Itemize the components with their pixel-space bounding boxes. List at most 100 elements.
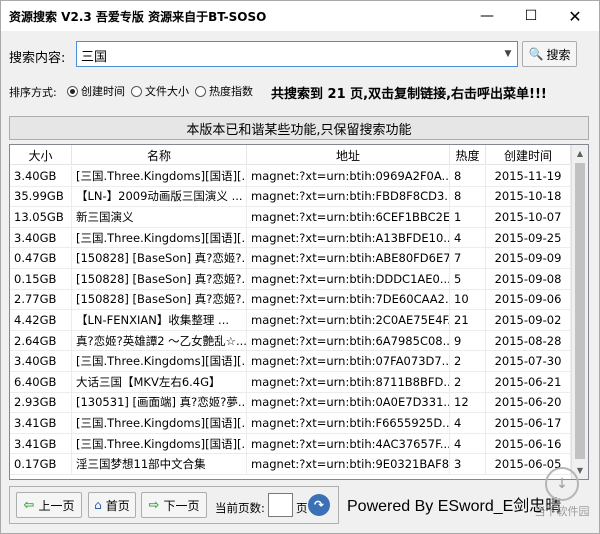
- table-row[interactable]: 2.64GB 真?恋姬?英雄譚2 ～乙女艶乱☆... magnet:?xt=urn:…: [10, 330, 588, 352]
- sort-option-label: 热度指数: [209, 85, 253, 98]
- scroll-up-icon[interactable]: ▲: [572, 145, 588, 162]
- search-button[interactable]: 🔍 搜索: [522, 41, 577, 67]
- search-input[interactable]: 三国: [81, 46, 107, 65]
- cell-size: 2.64GB: [10, 330, 72, 351]
- notice-button[interactable]: 本版本已和谐某些功能,只保留搜索功能: [9, 116, 589, 140]
- minimize-icon: —: [480, 8, 494, 24]
- vertical-scrollbar[interactable]: ▲ ▼: [571, 145, 588, 479]
- column-header-heat[interactable]: 热度: [450, 145, 486, 165]
- table-row[interactable]: 3.41GB [三国.Three.Kingdoms][国语][... magnet:…: [10, 433, 588, 455]
- cell-heat: 10: [450, 289, 486, 310]
- cell-date: 2015-10-07: [486, 207, 571, 227]
- cell-size: 3.40GB: [10, 351, 72, 371]
- home-icon: ⌂: [94, 498, 102, 512]
- next-page-button[interactable]: ⇨ 下一页: [141, 492, 207, 518]
- sort-radio-created[interactable]: 创建时间: [67, 83, 125, 99]
- cell-size: 35.99GB: [10, 186, 72, 207]
- home-page-label: 首页: [105, 498, 130, 513]
- cell-heat: 7: [450, 248, 486, 268]
- cell-address: magnet:?xt=urn:btih:6A7985C08...: [247, 330, 450, 351]
- table-row[interactable]: 2.77GB [150828] [BaseSon] 真?恋姬?... magnet:…: [10, 289, 588, 311]
- cell-date: 2015-09-09: [486, 248, 571, 268]
- minimize-button[interactable]: —: [465, 1, 509, 31]
- cell-heat: 2: [450, 371, 486, 392]
- table-row[interactable]: 35.99GB 【LN-】2009动画版三国演义 ... magnet:?xt=ur…: [10, 186, 588, 208]
- column-header-size[interactable]: 大小: [10, 145, 72, 165]
- cell-heat: 9: [450, 330, 486, 351]
- maximize-button[interactable]: ☐: [509, 1, 553, 31]
- prev-page-button[interactable]: ⇦ 上一页: [16, 492, 82, 518]
- table-body: 3.40GB [三国.Three.Kingdoms][国语][... magnet:…: [10, 166, 588, 475]
- table-header: 大小 名称 地址 热度 创建时间: [10, 145, 588, 165]
- cell-heat: 4: [450, 433, 486, 454]
- cell-address: magnet:?xt=urn:btih:ABE80FD6E7...: [247, 248, 450, 268]
- cell-address: magnet:?xt=urn:btih:4AC37657F...: [247, 433, 450, 454]
- page-number-input[interactable]: [268, 493, 293, 517]
- table-row[interactable]: 2.93GB [130531] [画面端] 真?恋姬?夢... magnet:?xt…: [10, 392, 588, 414]
- sort-option-label: 创建时间: [81, 85, 125, 98]
- cell-heat: 4: [450, 413, 486, 433]
- table-row[interactable]: 3.40GB [三国.Three.Kingdoms][国语][... magnet:…: [10, 227, 588, 249]
- home-page-button[interactable]: ⌂ 首页: [88, 492, 136, 518]
- table-row[interactable]: 0.15GB [150828] [BaseSon] 真?恋姬?... magnet:…: [10, 268, 588, 290]
- cell-size: 0.17GB: [10, 454, 72, 474]
- table-row[interactable]: 3.40GB [三国.Three.Kingdoms][国语][... magnet:…: [10, 351, 588, 372]
- close-icon: ✕: [568, 6, 582, 26]
- cell-size: 2.77GB: [10, 289, 72, 310]
- table-row[interactable]: 0.17GB 淫三国梦想11部中文合集 magnet:?xt=urn:btih:9E…: [10, 454, 588, 475]
- chevron-down-icon[interactable]: ▼: [499, 42, 517, 66]
- cell-heat: 2: [450, 351, 486, 371]
- cell-name: 大话三国【MKV左右6.4G】: [72, 371, 247, 392]
- cell-address: magnet:?xt=urn:btih:0A0E7D331...: [247, 392, 450, 413]
- cell-address: magnet:?xt=urn:btih:8711B8BFD...: [247, 371, 450, 392]
- table-row[interactable]: 3.41GB [三国.Three.Kingdoms][国语][... magnet:…: [10, 413, 588, 434]
- search-combobox[interactable]: 三国 ▼: [76, 41, 518, 67]
- current-page-label: 当前页数:: [215, 501, 265, 515]
- table-row[interactable]: 6.40GB 大话三国【MKV左右6.4G】 magnet:?xt=urn:btih…: [10, 371, 588, 393]
- redo-arrow-icon: ↷: [313, 498, 325, 512]
- cell-address: magnet:?xt=urn:btih:2C0AE75E4F...: [247, 310, 450, 330]
- cell-size: 3.40GB: [10, 227, 72, 248]
- cell-name: [150828] [BaseSon] 真?恋姬?...: [72, 268, 247, 289]
- table-row[interactable]: 13.05GB 新三国演义 magnet:?xt=urn:btih:6CEF1BBC…: [10, 207, 588, 228]
- watermark: ↓ 当下软件园: [529, 467, 595, 527]
- table-row[interactable]: 3.40GB [三国.Three.Kingdoms][国语][... magnet:…: [10, 166, 588, 187]
- watermark-logo-icon: ↓: [545, 467, 579, 501]
- table-row[interactable]: 0.47GB [150828] [BaseSon] 真?恋姬?... magnet:…: [10, 248, 588, 269]
- cell-size: 4.42GB: [10, 310, 72, 330]
- cell-size: 6.40GB: [10, 371, 72, 392]
- result-message: 共搜索到 21 页,双击复制链接,右击呼出菜单!!!: [271, 87, 547, 102]
- radio-icon: [195, 85, 206, 97]
- cell-size: 2.93GB: [10, 392, 72, 413]
- cell-date: 2015-09-06: [486, 289, 571, 310]
- cell-address: magnet:?xt=urn:btih:07FA073D7...: [247, 351, 450, 371]
- scroll-thumb[interactable]: [575, 163, 585, 459]
- cell-heat: 8: [450, 166, 486, 186]
- column-header-date[interactable]: 创建时间: [486, 145, 571, 165]
- maximize-icon: ☐: [524, 8, 538, 24]
- column-header-name[interactable]: 名称: [72, 145, 247, 165]
- close-button[interactable]: ✕: [553, 1, 597, 31]
- cell-address: magnet:?xt=urn:btih:9E0321BAF8...: [247, 454, 450, 474]
- cell-heat: 5: [450, 268, 486, 289]
- table-row[interactable]: 4.42GB 【LN-FENXIAN】收集整理 ... magnet:?xt=urn…: [10, 310, 588, 331]
- cell-date: 2015-08-28: [486, 330, 571, 351]
- cell-name: 淫三国梦想11部中文合集: [72, 454, 247, 474]
- sort-option-label: 文件大小: [145, 85, 189, 98]
- cell-size: 3.40GB: [10, 166, 72, 186]
- arrow-left-icon: ⇦: [23, 497, 35, 513]
- arrow-right-icon: ⇨: [148, 497, 160, 513]
- next-page-label: 下一页: [163, 498, 200, 513]
- go-page-button[interactable]: ↷: [308, 494, 330, 516]
- cell-address: magnet:?xt=urn:btih:F6655925D...: [247, 413, 450, 433]
- column-header-address[interactable]: 地址: [247, 145, 450, 165]
- cell-heat: 4: [450, 227, 486, 248]
- cell-date: 2015-10-18: [486, 186, 571, 207]
- results-table[interactable]: 大小 名称 地址 热度 创建时间 3.40GB [三国.Three.Kingdom…: [9, 144, 589, 480]
- cell-heat: 3: [450, 454, 486, 474]
- cell-heat: 21: [450, 310, 486, 330]
- watermark-text: 当下软件园: [534, 505, 590, 518]
- sort-radio-size[interactable]: 文件大小: [131, 83, 189, 99]
- cell-size: 0.47GB: [10, 248, 72, 268]
- sort-radio-heat[interactable]: 热度指数: [195, 83, 253, 99]
